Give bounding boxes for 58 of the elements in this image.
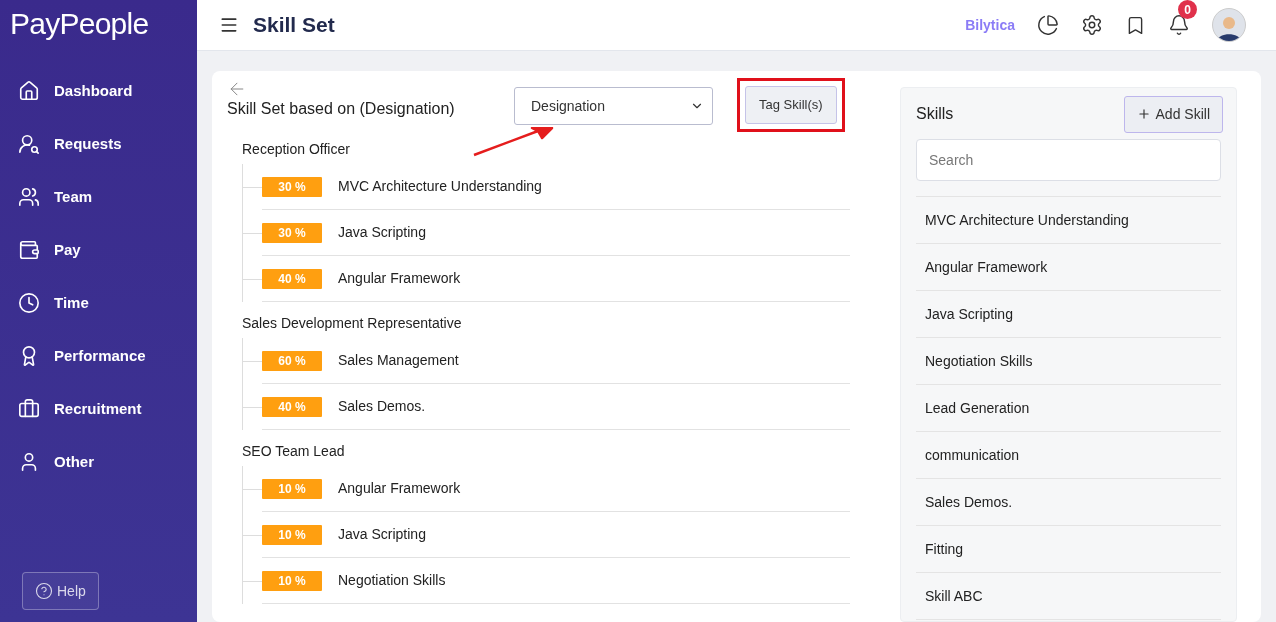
- skill-name: Sales Management: [338, 351, 459, 370]
- people-icon: [18, 186, 40, 208]
- skill-list-item[interactable]: Negotiation Skills: [916, 338, 1221, 385]
- skill-name: Java Scripting: [338, 223, 426, 242]
- sidebar-item[interactable]: Other: [18, 447, 179, 477]
- designation-title: Reception Officer: [242, 139, 350, 159]
- skill-list-item[interactable]: Lead Generation: [916, 385, 1221, 432]
- panel-title: Skills: [916, 104, 954, 124]
- skill-name: Java Scripting: [338, 525, 426, 544]
- search-field[interactable]: Search: [916, 139, 1221, 181]
- sidebar-item[interactable]: Dashboard: [18, 76, 179, 106]
- skill-list-item[interactable]: communication: [916, 432, 1221, 479]
- menu-icon[interactable]: [219, 15, 239, 35]
- plus-icon: [1136, 107, 1151, 121]
- notifications-icon[interactable]: [1168, 14, 1190, 36]
- clock-icon: [18, 292, 40, 314]
- percent-badge: 40 %: [262, 396, 322, 417]
- settings-icon[interactable]: [1081, 14, 1103, 36]
- app-logo: PayPeople: [10, 6, 150, 42]
- designation-select[interactable]: Designation: [514, 87, 713, 125]
- percent-badge: 10 %: [262, 524, 322, 545]
- sidebar-item[interactable]: Recruitment: [18, 394, 179, 424]
- section-heading: Skill Set based on (Designation): [227, 99, 456, 119]
- avatar[interactable]: [1212, 8, 1246, 42]
- add-skill-button[interactable]: Add Skill: [1123, 95, 1223, 133]
- sidebar-item[interactable]: Performance: [18, 341, 179, 371]
- tag-skills-button[interactable]: Tag Skill(s): [745, 86, 837, 124]
- skill-list-item[interactable]: Skill ABC: [916, 573, 1221, 620]
- percent-badge: 10 %: [262, 570, 322, 591]
- skill-list-item[interactable]: Angular Framework: [916, 244, 1221, 291]
- home-icon: [18, 80, 40, 102]
- skill-name: Sales Demos.: [338, 397, 426, 416]
- skill-name: Negotiation Skills: [338, 571, 446, 590]
- skill-name: Angular Framework: [338, 269, 461, 288]
- percent-badge: 30 %: [262, 176, 322, 197]
- percent-badge: 40 %: [262, 268, 322, 289]
- skill-name: MVC Architecture Understanding: [338, 177, 542, 196]
- sidebar-item[interactable]: Time: [18, 288, 179, 318]
- help-icon: [35, 582, 53, 600]
- skill-list-item[interactable]: MVC Architecture Understanding: [916, 197, 1221, 244]
- percent-badge: 60 %: [262, 350, 322, 371]
- sidebar-item[interactable]: Pay: [18, 235, 179, 265]
- designation-title: Sales Development Representative: [242, 313, 462, 333]
- wallet-icon: [18, 239, 40, 261]
- percent-badge: 10 %: [262, 478, 322, 499]
- skill-list-item[interactable]: Java Scripting: [916, 291, 1221, 338]
- help-button[interactable]: Help: [22, 572, 99, 610]
- skill-list-item[interactable]: Sales Demos.: [916, 479, 1221, 526]
- briefcase-icon: [18, 398, 40, 420]
- pie-chart-icon[interactable]: [1037, 14, 1059, 36]
- sidebar-item[interactable]: Requests: [18, 129, 179, 159]
- skill-name: Angular Framework: [338, 479, 461, 498]
- notification-badge: 0: [1178, 0, 1197, 19]
- sidebar-item[interactable]: Team: [18, 182, 179, 212]
- page-title: Skill Set: [253, 12, 335, 39]
- skill-list-item[interactable]: Fitting: [916, 526, 1221, 573]
- percent-badge: 30 %: [262, 222, 322, 243]
- designation-title: SEO Team Lead: [242, 441, 345, 461]
